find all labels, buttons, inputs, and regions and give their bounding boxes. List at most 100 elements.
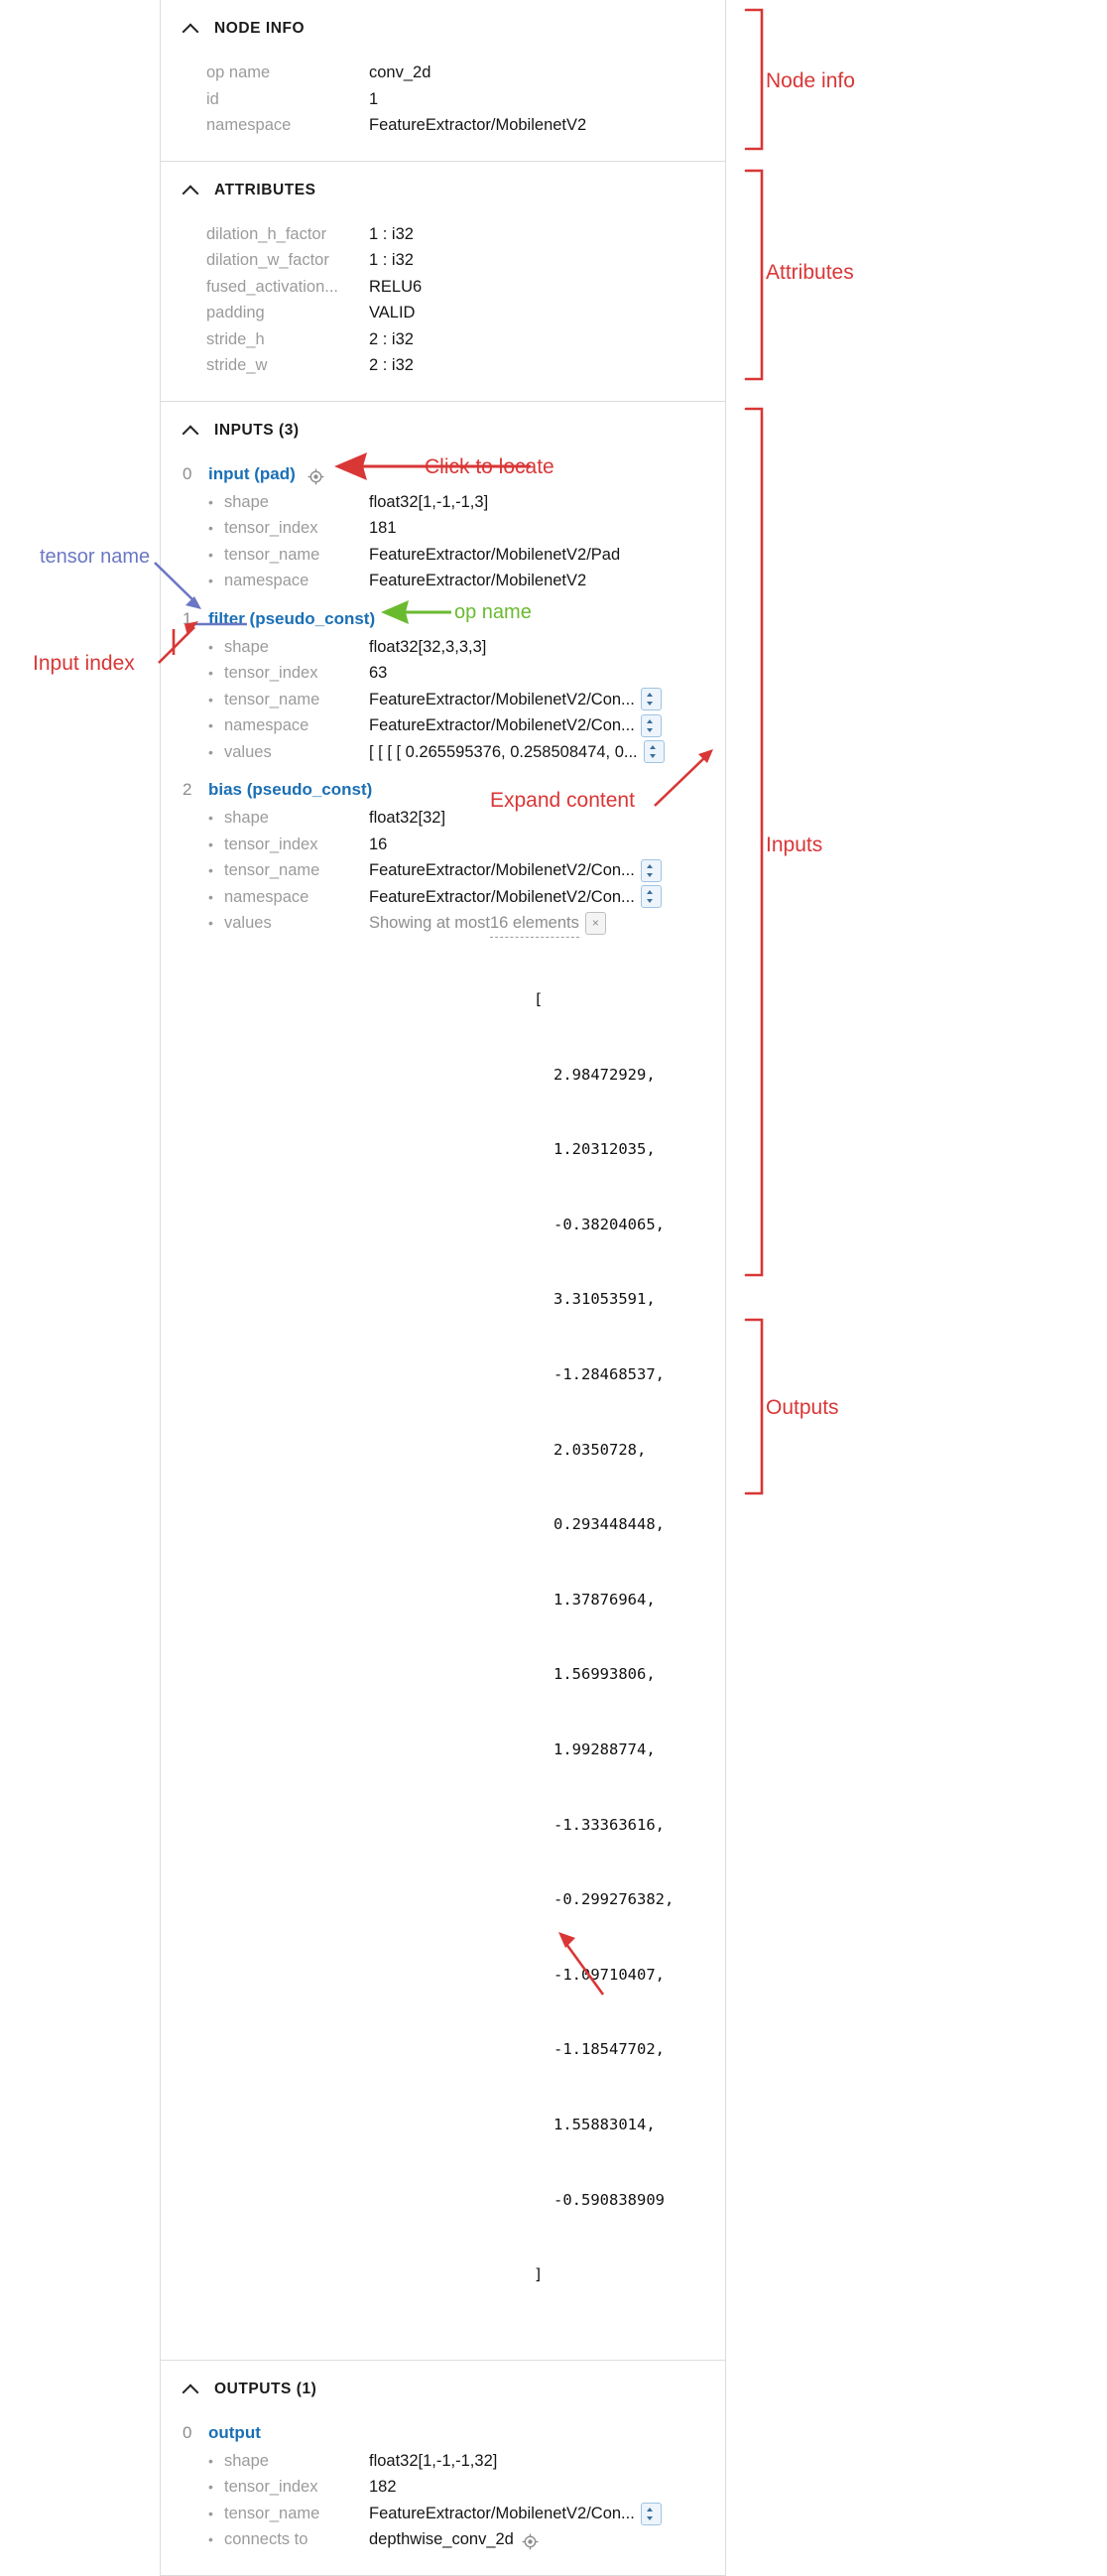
row-key: namespace — [206, 116, 292, 134]
expand-stepper-button[interactable] — [640, 858, 662, 882]
input-detail-row: • shape float32[1,-1,-1,3] — [161, 489, 725, 516]
input-values-row: • values Showing at most 16 elements × — [161, 910, 725, 938]
input-detail-row: • namespace FeatureExtractor/MobilenetV2 — [161, 568, 725, 594]
annotation-inputs: Inputs — [766, 834, 823, 856]
value-line: -0.38204065, — [554, 1215, 665, 1233]
annotation-node-info: Node info — [766, 69, 855, 92]
node-info-rows: op name conv_2d id 1 namespace FeatureEx… — [161, 48, 725, 139]
row-value: depthwise_conv_2d — [369, 2530, 514, 2549]
input-item-header: 1 filter (pseudo_const) — [161, 604, 725, 634]
bracket-outputs — [744, 1318, 764, 1495]
expand-stepper-button[interactable] — [643, 740, 665, 764]
row-value: FeatureExtractor/MobilenetV2 — [369, 572, 587, 589]
attribute-row: dilation_h_factor 1 : i32 — [161, 221, 725, 248]
input-item-header: 2 bias (pseudo_const) — [161, 775, 725, 805]
bullet-icon: • — [208, 810, 213, 826]
row-key: namespace — [224, 887, 309, 906]
row-key: dilation_w_factor — [206, 251, 329, 269]
locate-icon[interactable] — [522, 2532, 539, 2550]
row-value: 1 — [369, 89, 379, 108]
bullet-icon: • — [208, 743, 213, 760]
attributes-header[interactable]: ATTRIBUTES — [161, 162, 725, 209]
row-key: connects to — [224, 2530, 308, 2549]
node-info-row: op name conv_2d — [161, 60, 725, 86]
row-key: tensor_index — [224, 835, 318, 853]
expand-stepper-button[interactable] — [640, 688, 662, 711]
bracket-node-info — [744, 8, 764, 151]
row-value: 2 : i32 — [369, 356, 414, 374]
row-value: 16 — [369, 835, 388, 853]
inputs-header[interactable]: INPUTS (3) — [161, 402, 725, 450]
row-key: id — [206, 89, 219, 108]
input-name[interactable]: filter (pseudo_const) — [208, 604, 375, 634]
value-line: -1.09710407, — [554, 1965, 665, 1984]
row-value: float32[32,3,3,3] — [369, 637, 487, 656]
input-detail-row: • tensor_name FeatureExtractor/Mobilenet… — [161, 542, 725, 569]
row-value: FeatureExtractor/MobilenetV2/Con... — [369, 2504, 635, 2522]
outputs-header[interactable]: OUTPUTS (1) — [161, 2361, 725, 2408]
chevron-up-icon[interactable] — [183, 20, 200, 38]
row-value: FeatureExtractor/MobilenetV2/Con... — [369, 887, 635, 906]
collapse-close-button[interactable]: × — [584, 912, 606, 936]
input-detail-row: • shape float32[32] — [161, 805, 725, 832]
expand-stepper-button[interactable] — [640, 2502, 662, 2525]
annotation-op-name: op name — [454, 601, 532, 623]
input-detail-row: • namespace FeatureExtractor/MobilenetV2… — [161, 712, 725, 739]
row-key: tensor_name — [224, 545, 320, 564]
expand-stepper-button[interactable] — [640, 713, 662, 737]
row-value: FeatureExtractor/MobilenetV2/Con... — [369, 861, 635, 879]
value-line: -1.33363616, — [554, 1815, 665, 1834]
row-key: values — [224, 742, 272, 761]
input-name[interactable]: input (pad) — [208, 459, 296, 489]
value-line: 1.20312035, — [554, 1140, 656, 1159]
annotation-expand-content: Expand content — [490, 789, 635, 812]
row-value: FeatureExtractor/MobilenetV2/Con... — [369, 690, 635, 708]
showing-prefix: Showing at most — [369, 914, 490, 932]
row-key: stride_w — [206, 356, 268, 374]
inputs-title: INPUTS (3) — [214, 421, 300, 439]
row-value: RELU6 — [369, 277, 423, 296]
row-key: tensor_name — [224, 2504, 320, 2522]
chevron-up-icon[interactable] — [183, 182, 200, 199]
annotation-input-index: Input index — [33, 652, 135, 675]
elements-count-link[interactable]: 16 elements — [489, 910, 579, 938]
value-line: -1.28468537, — [554, 1364, 665, 1383]
row-key: stride_h — [206, 329, 265, 348]
node-info-header[interactable]: NODE INFO — [161, 0, 725, 48]
annotation-click-to-locate: Click to locate — [425, 455, 554, 478]
annotation-tensor-name: tensor name — [40, 546, 151, 568]
expand-stepper-button[interactable] — [640, 885, 662, 909]
attribute-row: dilation_w_factor 1 : i32 — [161, 247, 725, 274]
value-line: 2.0350728, — [554, 1440, 647, 1459]
row-key: shape — [224, 809, 269, 827]
row-value: VALID — [369, 304, 416, 322]
output-index: 0 — [183, 2422, 192, 2442]
row-key: tensor_name — [224, 861, 320, 879]
input-detail-row: • shape float32[32,3,3,3] — [161, 634, 725, 661]
locate-icon[interactable] — [308, 466, 324, 485]
row-value: float32[32] — [369, 809, 446, 827]
input-name[interactable]: bias (pseudo_const) — [208, 775, 372, 805]
row-key: fused_activation... — [206, 277, 338, 296]
attribute-row: stride_h 2 : i32 — [161, 326, 725, 353]
output-name[interactable]: output — [208, 2418, 261, 2448]
bullet-icon: • — [208, 915, 213, 931]
bullet-icon: • — [208, 546, 213, 563]
outputs-title: OUTPUTS (1) — [214, 2380, 317, 2397]
row-value: float32[1,-1,-1,3] — [369, 492, 489, 511]
bullet-icon: • — [208, 717, 213, 733]
input-item: 1 filter (pseudo_const) • shape float32[… — [161, 594, 725, 766]
output-detail-row: • tensor_name FeatureExtractor/Mobilenet… — [161, 2501, 725, 2527]
bullet-icon: • — [208, 573, 213, 588]
chevron-up-icon[interactable] — [183, 2381, 200, 2398]
row-value: 1 : i32 — [369, 251, 414, 269]
chevron-up-icon[interactable] — [183, 422, 200, 440]
row-key: values — [224, 914, 272, 932]
row-key: tensor_name — [224, 690, 320, 708]
input-item: 2 bias (pseudo_const) • shape float32[32… — [161, 765, 725, 2338]
output-item: 0 output • shape float32[1,-1,-1,32] • t… — [161, 2408, 725, 2553]
row-key: tensor_index — [224, 519, 318, 537]
section-inputs: INPUTS (3) 0 input (pad) • shape float32… — [161, 402, 725, 2361]
bullet-icon: • — [208, 862, 213, 878]
input-index: 1 — [183, 608, 192, 628]
